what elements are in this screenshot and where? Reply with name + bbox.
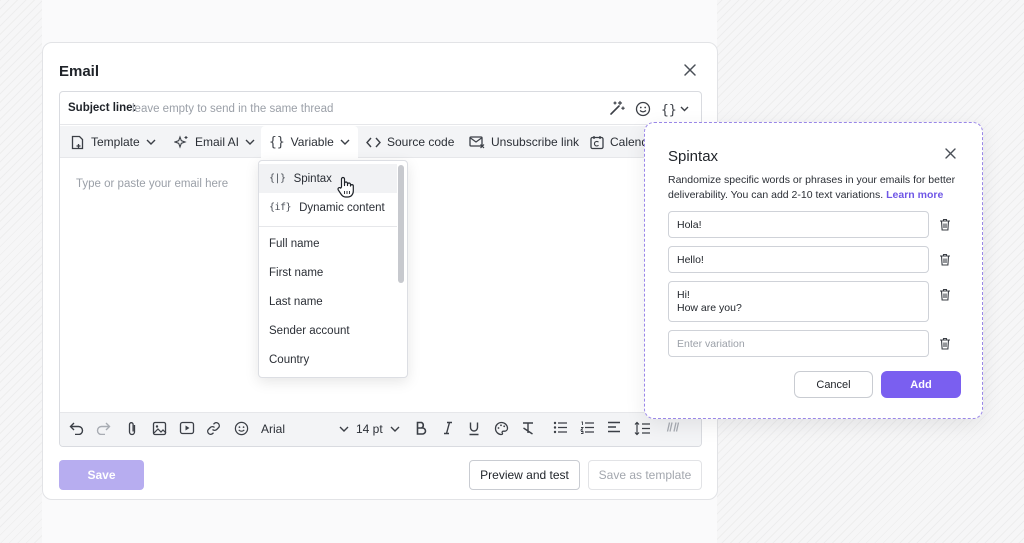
redo-icon[interactable] (95, 421, 111, 435)
font-family-value: Arial (261, 422, 286, 436)
menu-item-full-name[interactable]: Full name (259, 229, 397, 258)
menu-divider (259, 226, 397, 227)
video-icon[interactable] (179, 421, 195, 435)
code-icon (366, 137, 381, 147)
subject-input[interactable] (132, 100, 582, 118)
source-code-label: Source code (387, 135, 455, 149)
chevron-down-icon (340, 139, 350, 145)
menu-item-dynamic-content[interactable]: {if} Dynamic content (259, 193, 397, 222)
clear-format-icon[interactable] (521, 421, 535, 435)
variable-braces-icon[interactable]: {} (661, 101, 689, 117)
font-size-select[interactable]: 14 pt (356, 422, 400, 436)
subject-label: Subject line: (68, 102, 137, 114)
sparkle-icon (174, 134, 188, 149)
email-ai-dropdown[interactable]: Email AI (174, 126, 255, 158)
palette-icon[interactable] (494, 421, 509, 436)
emoji-icon[interactable] (234, 421, 249, 436)
chevron-down-icon (245, 139, 255, 145)
subject-icons: {} (608, 100, 689, 117)
menu-item-last-name[interactable]: Last name (259, 287, 397, 316)
variation-text-line-2: How are you? (677, 302, 742, 314)
source-code-button[interactable]: Source code (366, 126, 454, 158)
trash-icon[interactable] (939, 218, 951, 234)
template-dropdown[interactable]: Template (70, 126, 156, 158)
email-ai-label: Email AI (195, 135, 240, 149)
dynamic-content-icon: {if} (269, 202, 292, 213)
bullet-list-icon[interactable] (553, 421, 568, 434)
image-icon[interactable] (152, 421, 167, 436)
variable-menu: {|} Spintax {if} Dynamic content Full na… (258, 160, 408, 378)
calendar-button[interactable]: Calend (590, 126, 648, 158)
magic-wand-icon[interactable] (608, 100, 625, 117)
underline-icon[interactable] (468, 421, 480, 436)
bold-icon[interactable] (415, 421, 427, 435)
variable-label: Variable (290, 135, 334, 149)
font-size-value: 14 pt (356, 422, 383, 436)
chevron-down-icon (390, 426, 400, 432)
variation-text-line-1: Hi! (677, 289, 690, 301)
save-as-template-button[interactable]: Save as template (588, 460, 702, 490)
email-body-placeholder[interactable]: Type or paste your email here (76, 178, 228, 190)
variation-field-3[interactable]: Hi! How are you? (668, 281, 929, 322)
spintax-dialog: Spintax Randomize specific words or phra… (644, 122, 983, 419)
font-family-select[interactable]: Arial (261, 422, 349, 436)
subject-row: Subject line: {} (60, 92, 701, 125)
save-button[interactable]: Save (59, 460, 144, 490)
variable-dropdown[interactable]: {} Variable (261, 126, 358, 158)
menu-item-label: Spintax (293, 172, 332, 185)
calendar-icon (590, 135, 604, 149)
svg-text:{}: {} (661, 103, 677, 117)
editor-toolbar: Template Email AI {} Variable Source cod… (60, 126, 701, 158)
emoji-icon[interactable] (635, 101, 651, 117)
mail-x-icon (469, 136, 485, 149)
learn-more-link[interactable]: Learn more (886, 189, 943, 201)
chevron-down-icon (146, 139, 156, 145)
link-icon[interactable] (206, 421, 221, 436)
line-height-icon[interactable] (634, 421, 651, 436)
chevron-down-icon (339, 426, 349, 432)
undo-icon[interactable] (69, 421, 85, 435)
preview-and-test-button[interactable]: Preview and test (469, 460, 580, 490)
unsubscribe-label: Unsubscribe link (491, 135, 580, 149)
hand-cursor-icon (336, 176, 354, 201)
braces-icon: {} (269, 134, 285, 150)
trash-icon[interactable] (939, 253, 951, 269)
spintax-title: Spintax (668, 148, 719, 165)
close-icon[interactable] (945, 147, 956, 162)
numbered-list-icon[interactable] (580, 421, 595, 434)
menu-scrollbar[interactable] (398, 165, 404, 283)
trash-icon[interactable] (939, 288, 951, 304)
variation-text: Hello! (677, 254, 704, 266)
menu-item-label: Dynamic content (299, 201, 385, 214)
menu-item-spintax[interactable]: {|} Spintax (259, 164, 397, 193)
spintax-description: Randomize specific words or phrases in y… (668, 173, 963, 203)
unsubscribe-link-button[interactable]: Unsubscribe link (469, 126, 579, 158)
trash-icon[interactable] (939, 337, 951, 353)
calendar-label: Calend (610, 135, 649, 149)
cancel-button[interactable]: Cancel (794, 371, 873, 398)
menu-item-sender-account[interactable]: Sender account (259, 316, 397, 345)
format-toolbar: Arial 14 pt (60, 412, 701, 446)
menu-item-first-name[interactable]: First name (259, 258, 397, 287)
align-left-icon[interactable] (607, 421, 621, 433)
variation-text: Hola! (677, 219, 702, 231)
email-title: Email (59, 63, 100, 80)
quote-icon[interactable] (666, 421, 680, 433)
template-label: Template (91, 135, 140, 149)
template-icon (71, 135, 84, 149)
italic-icon[interactable] (442, 421, 454, 435)
variation-field-2[interactable]: Hello! (668, 246, 929, 273)
add-button[interactable]: Add (881, 371, 961, 398)
new-variation-input[interactable]: Enter variation (668, 330, 929, 357)
spintax-icon: {|} (269, 173, 286, 184)
menu-item-country[interactable]: Country (259, 345, 397, 374)
variation-field-1[interactable]: Hola! (668, 211, 929, 238)
attachment-icon[interactable] (126, 421, 138, 437)
close-icon[interactable] (683, 63, 697, 77)
